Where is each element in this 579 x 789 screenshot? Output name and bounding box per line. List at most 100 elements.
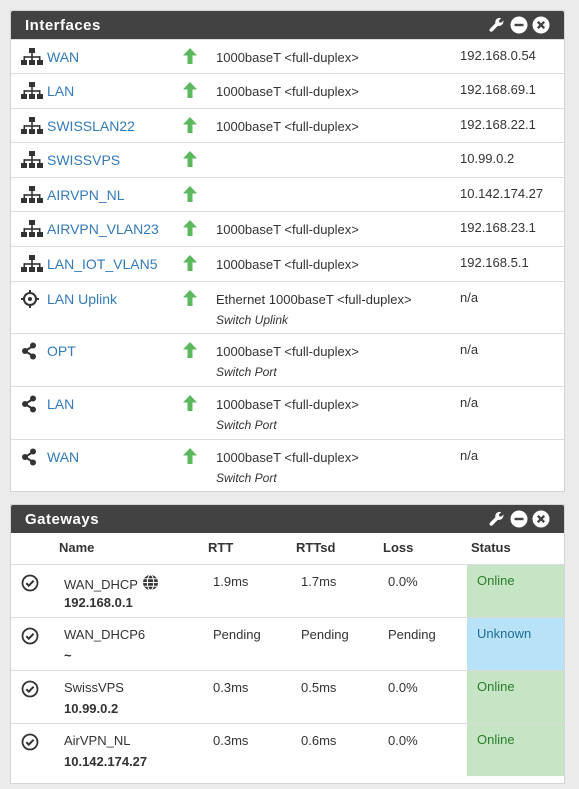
interface-media: 1000baseT <full-duplex>: [216, 255, 359, 275]
interface-row: AIRVPN_VLAN23 1000baseT <full-duplex> 192.…: [11, 211, 564, 246]
status-up-icon: [181, 47, 199, 65]
check-circle-icon: [21, 680, 39, 698]
gateways-title: Gateways: [25, 510, 100, 528]
interface-link[interactable]: SWISSLAN22: [21, 117, 135, 135]
interface-link[interactable]: SWISSVPS: [21, 151, 120, 169]
gateway-loss: Pending: [388, 627, 436, 642]
interface-ip: 10.142.174.27: [460, 186, 544, 201]
check-circle-icon: [21, 627, 39, 645]
gateway-row: WAN_DHCP6 ~ Pending Pending Pending Unknown: [11, 617, 564, 670]
share-icon: [21, 395, 43, 413]
interfaces-title: Interfaces: [25, 16, 101, 34]
interface-link[interactable]: LAN_IOT_VLAN5: [21, 255, 158, 273]
crosshair-icon: [21, 290, 43, 308]
interface-link[interactable]: OPT: [21, 342, 76, 360]
interface-name: LAN: [47, 396, 75, 412]
interface-row: LAN Uplink Ethernet 1000baseT <full-duple…: [11, 281, 564, 333]
interface-row: AIRVPN_NL 10.142.174.27: [11, 177, 564, 211]
gateway-rtt: 0.3ms: [213, 680, 249, 695]
status-up-icon: [181, 185, 199, 203]
interface-link[interactable]: LAN Uplink: [21, 290, 117, 308]
gateway-rtt: 1.9ms: [213, 574, 249, 589]
interface-row: SWISSLAN22 1000baseT <full-duplex> 192.168…: [11, 108, 564, 142]
wrench-icon[interactable]: [487, 510, 506, 529]
interface-name: SWISSLAN22: [47, 118, 135, 134]
interface-link[interactable]: AIRVPN_VLAN23: [21, 220, 159, 238]
interface-name: LAN: [47, 83, 75, 99]
gateway-loss: 0.0%: [388, 733, 418, 748]
gateways-widget: Gateways Name RTT RTTsd Loss Status WAN_…: [10, 504, 565, 784]
status-up-icon: [181, 219, 199, 237]
wrench-icon[interactable]: [487, 16, 506, 35]
interface-ip: n/a: [460, 448, 479, 463]
interface-ip: 192.168.5.1: [460, 255, 529, 270]
status-badge: Unknown: [467, 618, 564, 670]
media-text: 1000baseT <full-duplex>: [216, 450, 359, 465]
interface-link[interactable]: LAN: [21, 395, 74, 413]
close-icon[interactable]: [531, 510, 550, 529]
interfaces-widget: Interfaces WAN 1000baseT <full-duplex> 192…: [10, 10, 565, 492]
minimize-icon[interactable]: [509, 16, 528, 35]
share-icon: [21, 448, 43, 466]
gateway-rtt: Pending: [213, 627, 261, 642]
gateway-name: AirVPN_NL: [64, 733, 130, 748]
gateway-ip: 10.99.0.2: [64, 701, 119, 716]
gateway-name-text: SwissVPS: [64, 680, 124, 695]
media-text: 1000baseT <full-duplex>: [216, 119, 359, 134]
interface-ip: n/a: [460, 290, 479, 305]
interface-ip: 192.168.22.1: [460, 117, 536, 132]
close-icon[interactable]: [531, 16, 550, 35]
minimize-icon[interactable]: [509, 510, 528, 529]
gateway-row: SwissVPS 10.99.0.2 0.3ms 0.5ms 0.0% Online: [11, 670, 564, 723]
network-icon: [21, 186, 43, 204]
interface-name: SWISSVPS: [47, 152, 121, 168]
gateway-ip: 10.142.174.27: [64, 754, 148, 769]
network-icon: [21, 82, 43, 100]
gateway-loss: 0.0%: [388, 574, 418, 589]
interface-media: 1000baseT <full-duplex>: [216, 82, 359, 102]
interface-link[interactable]: WAN: [21, 48, 79, 66]
interface-row: WAN 1000baseT <full-duplex> Switch Port n/a: [11, 439, 564, 492]
interface-link[interactable]: AIRVPN_NL: [21, 186, 125, 204]
col-loss: Loss: [383, 540, 414, 555]
interface-name: AIRVPN_NL: [47, 187, 125, 203]
gateway-rttsd: 1.7ms: [301, 574, 337, 589]
interface-row: LAN_IOT_VLAN5 1000baseT <full-duplex> 192.…: [11, 246, 564, 281]
status-up-icon: [181, 150, 199, 168]
gateway-rtt: 0.3ms: [213, 733, 249, 748]
status-up-icon: [181, 447, 199, 465]
status-up-icon: [181, 394, 199, 412]
gateway-row: AirVPN_NL 10.142.174.27 0.3ms 0.6ms 0.0% Onli…: [11, 723, 564, 776]
status-up-icon: [181, 81, 199, 99]
media-text: 1000baseT <full-duplex>: [216, 344, 359, 359]
status-up-icon: [181, 116, 199, 134]
interface-media: 1000baseT <full-duplex> Switch Port: [216, 342, 359, 382]
status-badge: Online: [467, 724, 564, 776]
media-text: 1000baseT <full-duplex>: [216, 222, 359, 237]
interface-link[interactable]: LAN: [21, 82, 74, 100]
interface-row: OPT 1000baseT <full-duplex> Switch Port n/a: [11, 333, 564, 386]
gateways-header: Gateways: [11, 505, 564, 533]
share-icon: [21, 342, 43, 360]
interface-row: LAN 1000baseT <full-duplex> Switch Port n/a: [11, 386, 564, 439]
interface-link[interactable]: WAN: [21, 448, 79, 466]
interface-row: WAN 1000baseT <full-duplex> 192.168.0.54: [11, 39, 564, 73]
media-subtext: Switch Uplink: [216, 313, 289, 327]
media-text: 1000baseT <full-duplex>: [216, 257, 359, 272]
globe-icon: [142, 574, 159, 594]
gateway-name-text: WAN_DHCP: [64, 576, 138, 592]
status-up-icon: [181, 289, 199, 307]
media-text: Ethernet 1000baseT <full-duplex>: [216, 292, 412, 307]
interface-name: AIRVPN_VLAN23: [47, 221, 159, 237]
network-icon: [21, 220, 43, 238]
gateway-name-text: AirVPN_NL: [64, 733, 131, 748]
gateway-name-text: WAN_DHCP6: [64, 627, 146, 642]
interface-media: 1000baseT <full-duplex> Switch Port: [216, 395, 359, 435]
interface-media: 1000baseT <full-duplex> Switch Port: [216, 448, 359, 488]
gateway-rttsd: 0.5ms: [301, 680, 337, 695]
check-circle-icon: [21, 733, 39, 751]
interface-ip: 192.168.23.1: [460, 220, 536, 235]
interface-ip: 192.168.69.1: [460, 82, 536, 97]
gateway-ip: ~: [64, 648, 72, 663]
media-text: 1000baseT <full-duplex>: [216, 84, 359, 99]
